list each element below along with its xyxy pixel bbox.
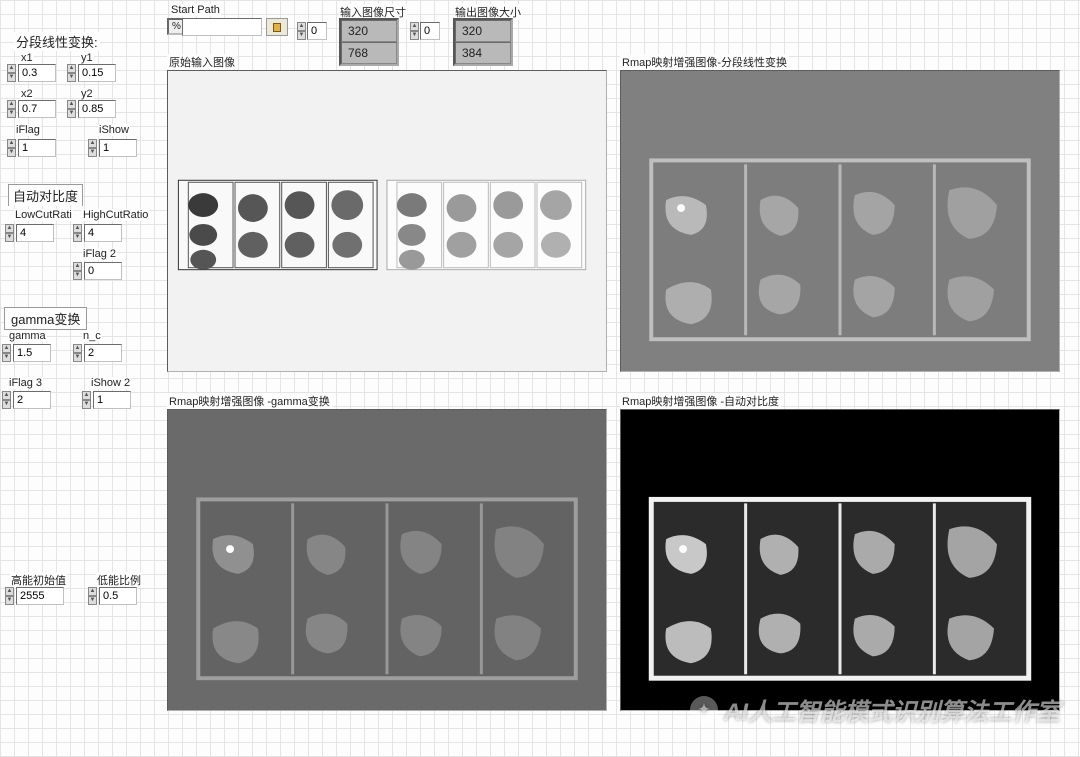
ishow2-label: iShow 2 [90, 377, 131, 389]
browse-button[interactable] [266, 18, 288, 36]
lowcut-input[interactable] [16, 224, 54, 242]
y2-input[interactable] [78, 100, 116, 118]
gammaout-panel [167, 409, 607, 711]
y1-spinner[interactable]: ▲▼ [67, 64, 77, 82]
lowratio-spinner[interactable]: ▲▼ [88, 587, 98, 605]
highcut-spinner[interactable]: ▲▼ [73, 224, 83, 242]
autoout-title: Rmap映射增强图像 -自动对比度 [620, 393, 781, 409]
highcut-input[interactable] [84, 224, 122, 242]
highinit-label: 高能初始值 [10, 572, 67, 588]
ishow-label: iShow [98, 124, 130, 136]
small-spin-2[interactable]: ▲▼ [420, 22, 440, 40]
x1-label: x1 [20, 52, 34, 64]
ishow2-spinner[interactable]: ▲▼ [82, 391, 92, 409]
orig-title: 原始输入图像 [167, 54, 237, 70]
outputdim-h: 384 [455, 42, 511, 64]
iflag2-input[interactable] [84, 262, 122, 280]
iflag3-input[interactable] [13, 391, 51, 409]
lowcut-label: LowCutRati [14, 209, 73, 221]
x1-input[interactable] [18, 64, 56, 82]
autoout-panel [620, 409, 1060, 711]
y1-input[interactable] [78, 64, 116, 82]
iflag-spinner[interactable]: ▲▼ [7, 139, 17, 157]
iflag2-label: iFlag 2 [82, 248, 117, 260]
iflag3-spinner[interactable]: ▲▼ [2, 391, 12, 409]
gamma-label: gamma [8, 330, 47, 342]
folder-icon [273, 23, 281, 32]
x1-spinner[interactable]: ▲▼ [7, 64, 17, 82]
ishow-input[interactable] [99, 139, 137, 157]
ishow-spinner[interactable]: ▲▼ [88, 139, 98, 157]
orig-panel [167, 70, 607, 372]
startpath-input[interactable] [182, 18, 262, 36]
nc-input[interactable] [84, 344, 122, 362]
lowratio-input[interactable] [99, 587, 137, 605]
iflag3-label: iFlag 3 [8, 377, 43, 389]
piecewise-title: 分段线性变换: [14, 32, 100, 51]
pieceout-title: Rmap映射增强图像-分段线性变换 [620, 54, 789, 70]
nc-spinner[interactable]: ▲▼ [73, 344, 83, 362]
lowcut-spinner[interactable]: ▲▼ [5, 224, 15, 242]
nc-label: n_c [82, 330, 102, 342]
inputdim-h: 768 [341, 42, 397, 64]
iflag2-spinner[interactable]: ▲▼ [73, 262, 83, 280]
lowratio-label: 低能比例 [96, 572, 142, 588]
x2-spinner[interactable]: ▲▼ [7, 100, 17, 118]
inputdim-w: 320 [341, 20, 397, 42]
y2-spinner[interactable]: ▲▼ [67, 100, 77, 118]
autocontrast-title: 自动对比度 [8, 184, 83, 206]
small-spin-1[interactable]: ▲▼ [307, 22, 327, 40]
startpath-label: Start Path [170, 4, 221, 16]
x2-input[interactable] [18, 100, 56, 118]
ishow2-input[interactable] [93, 391, 131, 409]
watermark: ✦ AI人工智能模式识别算法工作室 [690, 692, 1060, 727]
y1-label: y1 [80, 52, 94, 64]
outputdim-w: 320 [455, 20, 511, 42]
pieceout-panel [620, 70, 1060, 372]
iflag-input[interactable] [18, 139, 56, 157]
y2-label: y2 [80, 88, 94, 100]
gamma-input[interactable] [13, 344, 51, 362]
highinit-input[interactable] [16, 587, 64, 605]
x2-label: x2 [20, 88, 34, 100]
iflag-label: iFlag [15, 124, 41, 136]
gammaout-title: Rmap映射增强图像 -gamma变换 [167, 393, 332, 409]
gamma-title: gamma变换 [4, 307, 87, 330]
wechat-icon: ✦ [690, 696, 718, 724]
highcut-label: HighCutRatio [82, 209, 149, 221]
gamma-spinner[interactable]: ▲▼ [2, 344, 12, 362]
highinit-spinner[interactable]: ▲▼ [5, 587, 15, 605]
